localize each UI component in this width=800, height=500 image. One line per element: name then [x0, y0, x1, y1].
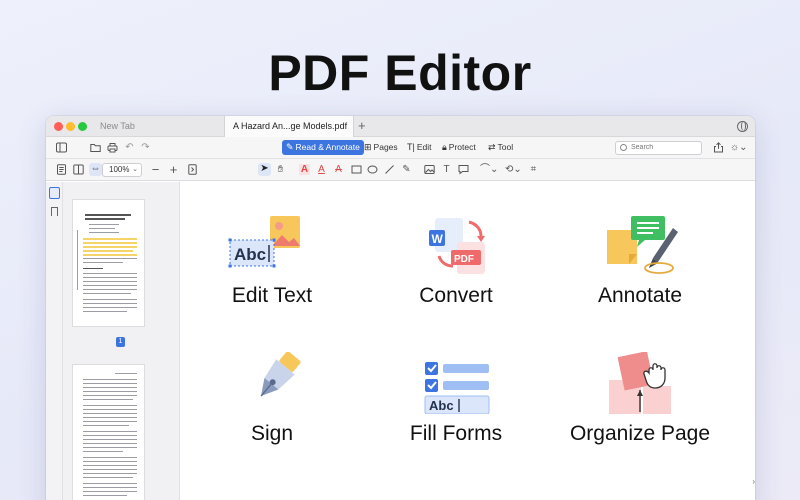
- svg-text:PDF: PDF: [454, 254, 474, 265]
- search-input[interactable]: [631, 144, 691, 151]
- sign-pen-icon: [260, 352, 301, 397]
- shapes-dropdown-icon[interactable]: ⌒⌄: [480, 164, 498, 175]
- fit-width-icon[interactable]: ⇔: [89, 163, 102, 176]
- page-number-badge: 1: [116, 337, 125, 347]
- annotation-toolbar: ⇔ 100% ⌄ − + ➤ ✋︎ A A A ✎ T ⌒⌄ ⟲⌄ ⌗: [46, 159, 755, 181]
- feature-annotate[interactable]: Annotate: [548, 214, 732, 308]
- zoom-select[interactable]: 100% ⌄: [102, 163, 142, 177]
- svg-text:W: W: [432, 232, 444, 246]
- select-cursor-icon[interactable]: ➤: [258, 163, 271, 176]
- mode-pages[interactable]: ⊞ Pages: [360, 140, 402, 155]
- thumbnail-panel: 1: [63, 182, 180, 500]
- bookmark-icon[interactable]: [51, 207, 58, 216]
- two-page-icon[interactable]: [73, 164, 84, 175]
- fill-forms-icon: Abc: [424, 362, 490, 414]
- undo-icon[interactable]: ↶: [124, 142, 135, 153]
- feature-fill-forms[interactable]: Abc Fill Forms: [364, 352, 548, 446]
- crop-icon[interactable]: ⌗: [528, 164, 539, 175]
- hand-icon[interactable]: ✋︎: [275, 164, 286, 175]
- ellipse-icon[interactable]: [367, 164, 378, 175]
- feature-label: Edit Text: [231, 284, 313, 307]
- pages-grid-icon: ⊞: [364, 142, 372, 152]
- feature-label: Fill Forms: [409, 422, 503, 445]
- new-tab-plus-icon[interactable]: +: [358, 118, 366, 133]
- globe-icon[interactable]: [737, 121, 748, 132]
- title-bar: New Tab A Hazard An...ge Models.pdf +: [46, 116, 755, 137]
- zoom-in-icon[interactable]: +: [168, 163, 179, 176]
- annotate-icon: [607, 216, 678, 274]
- chevron-down-icon: ⌄: [132, 166, 138, 173]
- folder-icon[interactable]: [90, 142, 101, 153]
- print-icon[interactable]: [107, 142, 118, 153]
- redo-icon[interactable]: ↷: [140, 142, 151, 153]
- pen-icon: ✎: [286, 142, 294, 152]
- zoom-window-button[interactable]: [78, 122, 87, 131]
- close-window-button[interactable]: [54, 122, 63, 131]
- feature-label: Convert: [419, 284, 493, 307]
- svg-text:Abc: Abc: [234, 245, 266, 264]
- search-field[interactable]: [615, 141, 702, 155]
- feature-label: Annotate: [597, 284, 683, 307]
- svg-text:Abc: Abc: [429, 398, 454, 413]
- convert-icon: W PDF: [429, 218, 485, 274]
- tool-icon: ⇄: [488, 142, 496, 152]
- tab-document[interactable]: A Hazard An...ge Models.pdf: [224, 116, 354, 137]
- mode-tool[interactable]: ⇄ Tool: [484, 140, 517, 155]
- brightness-icon[interactable]: ☼⌄: [730, 142, 748, 153]
- comment-icon[interactable]: [458, 164, 469, 175]
- content-area: 1 Abc Edit Text W PDF Convert Annotate S…: [46, 182, 755, 500]
- feature-organize-page[interactable]: Organize Page: [548, 352, 732, 446]
- share-icon[interactable]: [713, 142, 724, 153]
- app-window: New Tab A Hazard An...ge Models.pdf + ↶ …: [46, 116, 755, 500]
- organize-page-icon: [609, 352, 671, 414]
- feature-edit-text[interactable]: Abc Edit Text: [180, 214, 364, 308]
- sidebar-rail: [46, 182, 63, 500]
- page-thumbnail-2[interactable]: [73, 365, 144, 500]
- tab-new-tab[interactable]: New Tab: [92, 116, 224, 137]
- feature-label: Organize Page: [569, 422, 711, 445]
- image-insert-icon[interactable]: [424, 164, 435, 175]
- search-icon: [620, 144, 627, 151]
- thumbnails-icon[interactable]: [49, 187, 60, 199]
- main-toolbar: ↶ ↷ ✎ Read & Annotate ⊞ Pages T| Edit 🔒︎ Pro…: [46, 137, 755, 159]
- mode-protect[interactable]: 🔒︎ Protect: [438, 140, 480, 155]
- feature-sign[interactable]: Sign: [180, 352, 364, 446]
- text-edit-icon: T|: [407, 142, 415, 152]
- freehand-pencil-icon[interactable]: ✎: [401, 164, 412, 175]
- rectangle-icon[interactable]: [351, 164, 362, 175]
- highlight-text-icon[interactable]: A: [299, 164, 310, 175]
- panel-edge-handle-icon[interactable]: ›: [752, 477, 755, 486]
- feature-canvas: Abc Edit Text W PDF Convert Annotate Sig…: [180, 182, 755, 500]
- sidebar-toggle-icon[interactable]: [56, 142, 67, 153]
- feature-convert[interactable]: W PDF Convert: [364, 214, 548, 308]
- document-view-icon[interactable]: [56, 164, 67, 175]
- mode-edit[interactable]: T| Edit: [403, 140, 436, 155]
- signature-dropdown-icon[interactable]: ⟲⌄: [505, 164, 522, 175]
- line-icon[interactable]: [384, 164, 395, 175]
- text-box-icon[interactable]: T: [441, 164, 452, 175]
- mode-read-annotate[interactable]: ✎ Read & Annotate: [282, 140, 364, 155]
- feature-label: Sign: [250, 422, 294, 445]
- edit-text-icon: Abc: [228, 216, 300, 268]
- minimize-window-button[interactable]: [66, 122, 75, 131]
- hero-title: PDF Editor: [268, 45, 532, 101]
- underline-text-icon[interactable]: A: [316, 164, 327, 175]
- page-thumbnail-1[interactable]: [73, 200, 144, 326]
- zoom-out-icon[interactable]: −: [150, 163, 161, 176]
- page-jump-icon[interactable]: [187, 164, 198, 175]
- strikethrough-text-icon[interactable]: A: [333, 164, 344, 175]
- lock-icon: 🔒︎: [442, 142, 447, 152]
